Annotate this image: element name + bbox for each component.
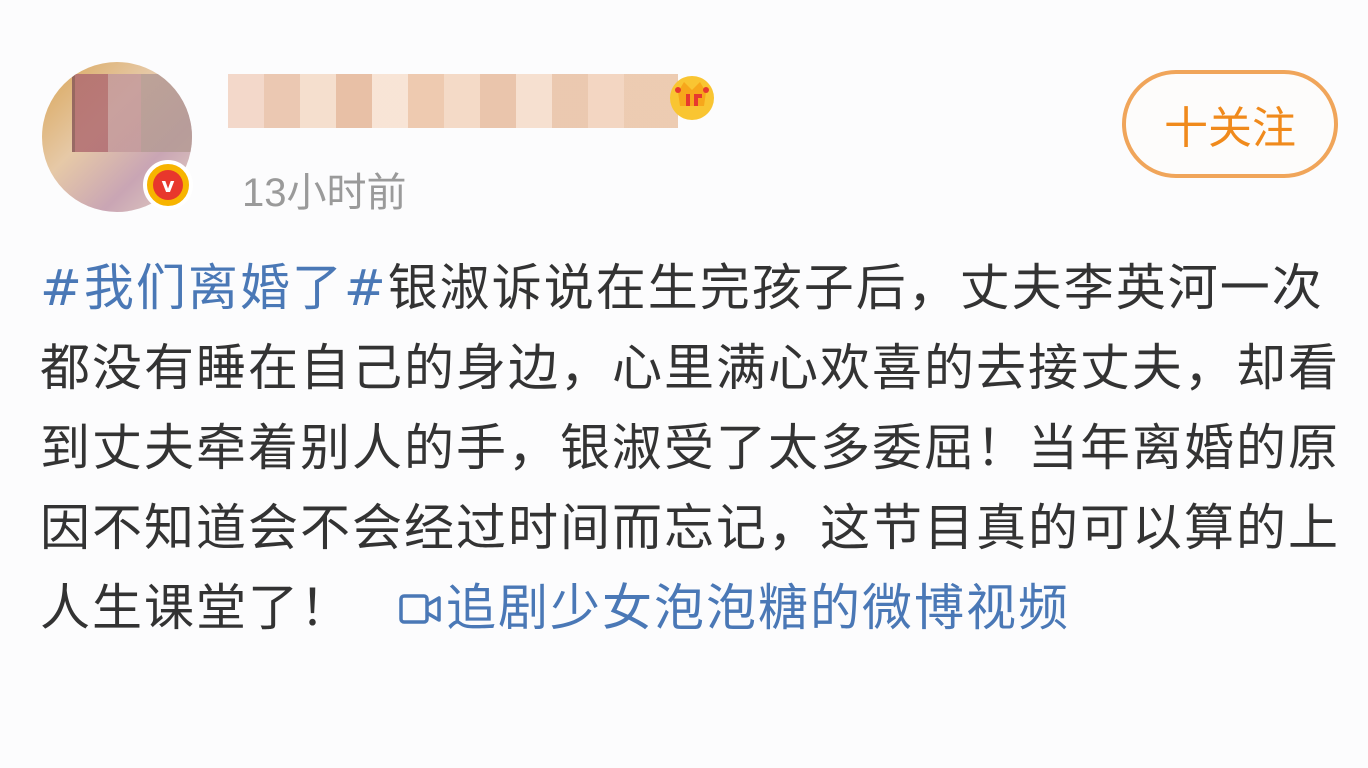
weibo-post-card: v 13小时前 十关注 #我们离婚了#银淑诉说在生完孩子后，丈夫李英河一次都没有… [0, 0, 1368, 768]
topic-hashtag-link[interactable]: #我们离婚了# [40, 259, 388, 317]
follow-button[interactable]: 十关注 [1122, 70, 1338, 178]
verified-v-icon: v [143, 160, 193, 210]
post-content: #我们离婚了#银淑诉说在生完孩子后，丈夫李英河一次都没有睡在自己的身边，心里满心… [40, 248, 1340, 648]
video-camera-icon[interactable] [398, 587, 442, 631]
post-timestamp: 13小时前 [242, 171, 407, 215]
video-link[interactable]: 追剧少女泡泡糖的微博视频 [446, 579, 1070, 637]
username[interactable] [228, 74, 678, 128]
vip-crown-icon [670, 76, 714, 120]
